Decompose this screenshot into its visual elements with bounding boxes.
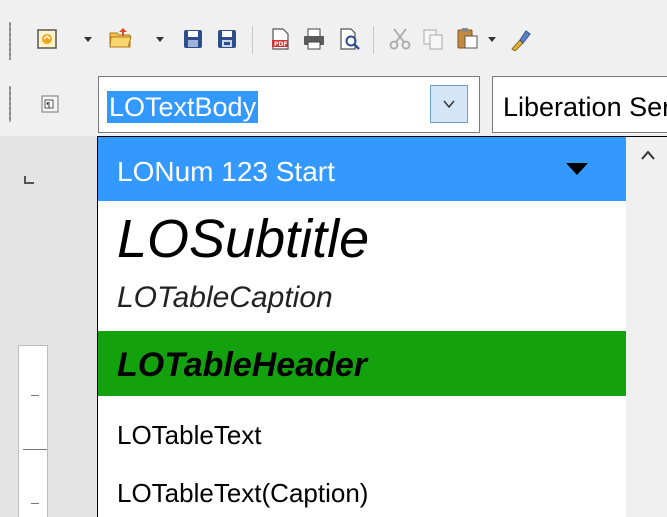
style-list-item-losubtitle[interactable]: LOSubtitle: [98, 201, 626, 269]
style-list-item-label: LOTableText(Caption): [117, 478, 369, 508]
vertical-ruler: [18, 345, 48, 517]
font-name-input[interactable]: Liberation Serif: [503, 91, 667, 123]
toolbar-grip[interactable]: [9, 22, 11, 60]
save-as-icon[interactable]: [215, 27, 239, 51]
style-list-scrollbar[interactable]: [626, 137, 667, 517]
open-folder-icon[interactable]: [108, 26, 132, 50]
vertical-ruler-area: [0, 136, 97, 517]
export-pdf-icon[interactable]: PDF: [268, 27, 292, 51]
paragraph-style-input[interactable]: LOTextBody: [107, 91, 259, 123]
paragraph-style-list: LONum 123 Start LOSubtitle LOTableCaptio…: [97, 136, 667, 517]
new-document-icon[interactable]: [35, 27, 59, 51]
style-list-item-lonum-123-start[interactable]: LONum 123 Start: [98, 137, 626, 201]
paste-dropdown-icon[interactable]: [488, 37, 496, 42]
tab-stop-corner-icon[interactable]: [24, 176, 34, 184]
copy-icon[interactable]: [421, 27, 445, 51]
style-list-item-lotabletext-caption[interactable]: LOTableText(Caption): [98, 454, 626, 517]
toolbar-grip[interactable]: [9, 86, 11, 122]
paragraph-style-dropdown-button[interactable]: [430, 85, 468, 123]
cut-icon[interactable]: [388, 27, 412, 51]
toolbar-separator: [373, 26, 374, 54]
open-dropdown-icon[interactable]: [156, 37, 164, 42]
style-menu-arrow-icon[interactable]: [566, 163, 588, 175]
svg-text:¶: ¶: [46, 101, 50, 109]
style-list-item-label: LOTableHeader: [117, 346, 368, 384]
style-list-item-label: LONum 123 Start: [117, 156, 335, 187]
print-icon[interactable]: [302, 27, 326, 51]
print-preview-icon[interactable]: [337, 27, 361, 51]
ruler-tick: [31, 395, 39, 396]
style-list-item-lotabletext[interactable]: LOTableText: [98, 396, 626, 454]
style-list-item-lotableheader[interactable]: LOTableHeader: [98, 331, 626, 396]
standard-toolbar: PDF: [0, 0, 667, 80]
toolbar-separator: [252, 26, 253, 54]
save-icon[interactable]: [181, 27, 205, 51]
style-list-item-label: LOSubtitle: [117, 209, 370, 269]
style-list-item-label: LOTableText: [117, 420, 262, 450]
style-list-item-lotablecaption[interactable]: LOTableCaption: [98, 269, 626, 331]
font-name-combobox[interactable]: Liberation Serif: [492, 76, 667, 133]
chevron-up-icon[interactable]: [640, 149, 656, 161]
svg-text:PDF: PDF: [274, 41, 287, 48]
paragraph-style-icon[interactable]: ¶: [38, 92, 62, 116]
clone-formatting-icon[interactable]: [508, 27, 532, 51]
new-document-dropdown-icon[interactable]: [84, 37, 92, 42]
ruler-tick: [23, 449, 47, 450]
chevron-down-icon: [443, 100, 455, 109]
paste-icon[interactable]: [455, 26, 479, 50]
style-list-item-label: LOTableCaption: [117, 281, 333, 314]
paragraph-style-combobox[interactable]: LOTextBody: [98, 76, 480, 133]
ruler-tick: [31, 503, 39, 504]
